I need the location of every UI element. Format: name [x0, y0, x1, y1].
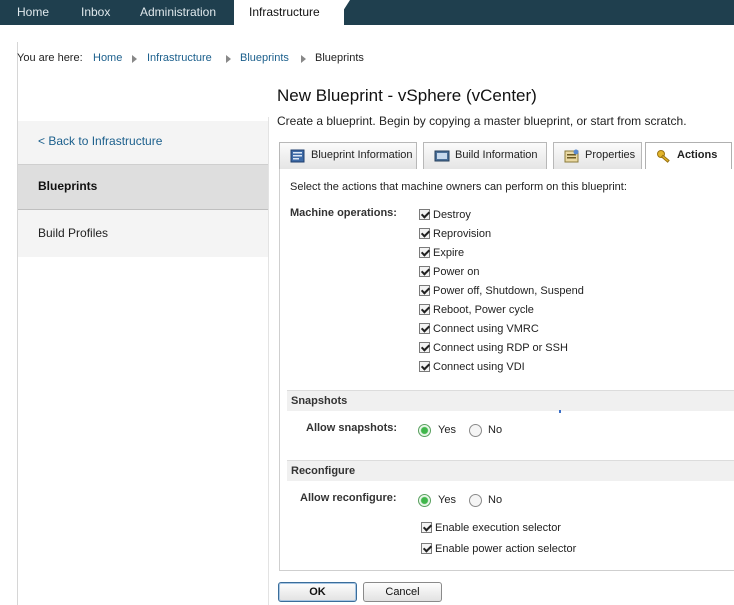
checkbox-label: Power on: [433, 266, 480, 278]
page-title: New Blueprint - vSphere (vCenter): [277, 86, 537, 105]
snapshots-section-heading: Snapshots: [287, 390, 734, 411]
breadcrumb-infrastructure-link[interactable]: Infrastructure: [147, 52, 212, 64]
nav-tab-administration[interactable]: Administration: [140, 0, 216, 25]
checkbox-label: Enable execution selector: [435, 522, 561, 534]
nav-tab-infrastructure[interactable]: Infrastructure: [234, 0, 344, 25]
checkbox-checked-icon[interactable]: [419, 323, 430, 334]
checkbox-label: Connect using VDI: [433, 361, 525, 373]
tab-label: Properties: [585, 149, 636, 161]
snapshots-no-radio[interactable]: [469, 424, 482, 437]
machine-operations-label: Machine operations:: [290, 207, 397, 219]
checkbox-label: Enable power action selector: [435, 543, 577, 555]
allow-reconfigure-label: Allow reconfigure:: [300, 492, 397, 504]
checkbox-checked-icon[interactable]: [419, 266, 430, 277]
actions-panel: Select the actions that machine owners c…: [279, 169, 734, 571]
back-to-infrastructure-link[interactable]: < Back to Infrastructure: [18, 117, 269, 164]
tab-properties[interactable]: Properties: [553, 142, 642, 169]
ok-button[interactable]: OK: [278, 582, 357, 602]
properties-icon: [564, 149, 579, 163]
sidebar: < Back to Infrastructure Blueprints Buil…: [18, 117, 269, 257]
checkbox-checked-icon[interactable]: [419, 209, 430, 220]
reconfigure-section-heading: Reconfigure: [287, 460, 734, 481]
tab-label: Actions: [677, 149, 718, 161]
snapshots-yes-radio[interactable]: [418, 424, 431, 437]
nav-tab-home[interactable]: Home: [17, 0, 49, 25]
checkbox-checked-icon[interactable]: [419, 342, 430, 353]
checkbox-checked-icon[interactable]: [421, 522, 432, 533]
allow-snapshots-label: Allow snapshots:: [306, 422, 398, 434]
checkbox-label: Power off, Shutdown, Suspend: [433, 285, 584, 297]
key-icon: [657, 150, 670, 163]
checkbox-label: Connect using VMRC: [433, 323, 539, 335]
blueprint-tabs: Blueprint Information Build Information …: [277, 142, 734, 171]
checkbox-checked-icon[interactable]: [419, 304, 430, 315]
sidebar-divider: [268, 117, 269, 605]
blueprint-info-icon: [290, 149, 305, 163]
breadcrumb-current: Blueprints: [315, 52, 364, 64]
checkbox-checked-icon[interactable]: [421, 543, 432, 554]
checkbox-checked-icon[interactable]: [419, 228, 430, 239]
reconfigure-yes-label: Yes: [438, 494, 456, 506]
nav-tab-active-tail: [334, 0, 350, 25]
checkbox-label: Connect using RDP or SSH: [433, 342, 568, 354]
sidebar-item-blueprints[interactable]: Blueprints: [18, 164, 269, 210]
checkbox-checked-icon[interactable]: [419, 361, 430, 372]
reconfigure-yes-radio[interactable]: [418, 494, 431, 507]
tab-blueprint-information[interactable]: Blueprint Information: [279, 142, 417, 169]
focus-marker: [559, 410, 561, 413]
checkbox-checked-icon[interactable]: [419, 285, 430, 296]
breadcrumb-separator-icon: [132, 55, 137, 63]
nav-tab-inbox[interactable]: Inbox: [81, 0, 110, 25]
tab-label: Blueprint Information: [311, 149, 413, 161]
checkbox-label: Reprovision: [433, 228, 492, 240]
sidebar-item-build-profiles[interactable]: Build Profiles: [18, 210, 269, 257]
actions-intro: Select the actions that machine owners c…: [290, 181, 627, 193]
breadcrumb-prefix: You are here:: [17, 52, 83, 64]
breadcrumb-separator-icon: [226, 55, 231, 63]
build-info-icon: [434, 150, 450, 162]
page-subtitle: Create a blueprint. Begin by copying a m…: [277, 114, 687, 128]
top-nav: Home Inbox Administration Infrastructure: [0, 0, 734, 25]
checkbox-label: Destroy: [433, 209, 471, 221]
snapshots-yes-label: Yes: [438, 424, 456, 436]
checkbox-label: Expire: [433, 247, 465, 259]
checkbox-label: Reboot, Power cycle: [433, 304, 534, 316]
reconfigure-no-radio[interactable]: [469, 494, 482, 507]
tab-build-information[interactable]: Build Information: [423, 142, 547, 169]
snapshots-no-label: No: [488, 424, 503, 436]
breadcrumb-blueprints-link[interactable]: Blueprints: [240, 52, 289, 64]
reconfigure-no-label: No: [488, 494, 503, 506]
breadcrumb-home-link[interactable]: Home: [93, 52, 122, 64]
tab-actions[interactable]: Actions: [645, 142, 732, 171]
checkbox-checked-icon[interactable]: [419, 247, 430, 258]
cancel-button[interactable]: Cancel: [363, 582, 442, 602]
breadcrumb-separator-icon: [301, 55, 306, 63]
tab-label: Build Information: [455, 149, 538, 161]
